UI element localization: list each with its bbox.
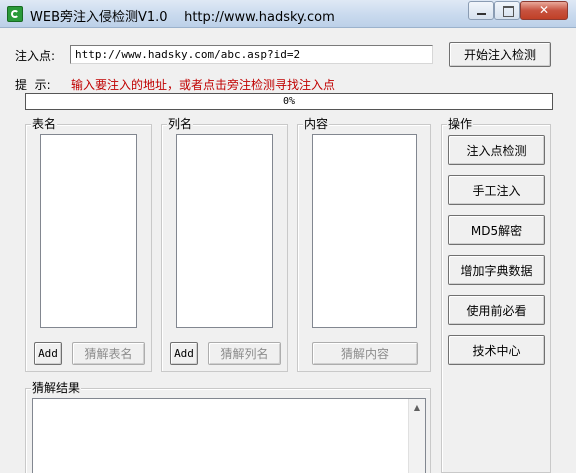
close-icon[interactable] (520, 1, 568, 20)
column-name-list[interactable] (176, 134, 273, 328)
hint-label: 提 示: (15, 78, 51, 92)
progress-bar: 0% (25, 93, 553, 110)
manual-inject-button[interactable]: 手工注入 (448, 175, 545, 205)
minimize-icon[interactable] (468, 1, 494, 20)
tech-center-button[interactable]: 技术中心 (448, 335, 545, 365)
result-textarea[interactable] (32, 398, 426, 473)
column-name-legend: 列名 (167, 117, 194, 131)
content-legend: 内容 (303, 117, 330, 131)
table-name-legend: 表名 (31, 117, 58, 131)
hint-text: 输入要注入的地址，或者点击旁注检测寻找注入点 (71, 78, 336, 92)
inject-url-input[interactable] (70, 45, 433, 64)
content-list[interactable] (312, 134, 417, 328)
guess-content-button[interactable]: 猜解内容 (312, 342, 418, 365)
title-bar[interactable]: WEB旁注入侵检测V1.0 http://www.hadsky.com (0, 0, 576, 28)
md5-decrypt-button[interactable]: MD5解密 (448, 215, 545, 245)
actions-legend: 操作 (447, 117, 474, 131)
guess-column-button[interactable]: 猜解列名 (208, 342, 281, 365)
table-name-list[interactable] (40, 134, 137, 328)
maximize-icon[interactable] (494, 1, 520, 20)
add-column-button[interactable]: Add (170, 342, 198, 365)
window-title: WEB旁注入侵检测V1.0 http://www.hadsky.com (30, 10, 335, 25)
add-table-button[interactable]: Add (34, 342, 62, 365)
result-legend: 猜解结果 (31, 381, 82, 395)
inject-url-label: 注入点: (15, 49, 56, 63)
app-logo-icon (7, 6, 23, 22)
start-inject-button[interactable]: 开始注入检测 (449, 42, 551, 67)
inject-point-detect-button[interactable]: 注入点检测 (448, 135, 545, 165)
read-before-use-button[interactable]: 使用前必看 (448, 295, 545, 325)
guess-table-button[interactable]: 猜解表名 (72, 342, 145, 365)
scroll-up-arrow-icon[interactable]: ▲ (409, 401, 425, 415)
add-dictionary-button[interactable]: 增加字典数据 (448, 255, 545, 285)
result-scrollbar[interactable]: ▲ (408, 399, 425, 473)
